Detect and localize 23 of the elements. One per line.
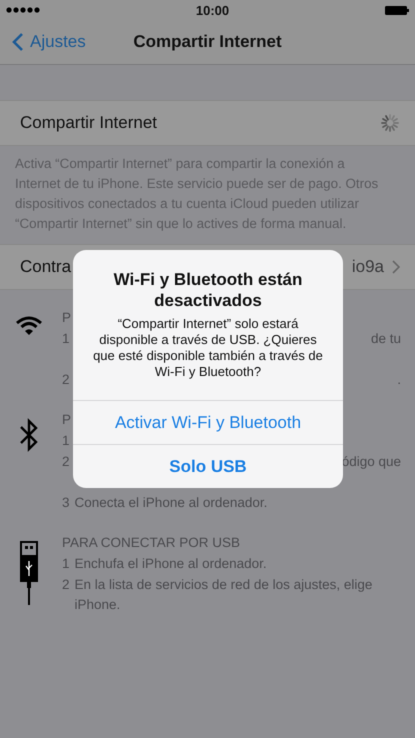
- step-text: de tu: [370, 330, 401, 348]
- step-text: En la lista de servicios de red de los ajustes, elige iPhone.: [74, 576, 374, 614]
- step-text: .: [397, 371, 401, 389]
- step-number: 3: [62, 494, 70, 512]
- section-title: PARA CONECTAR POR USB: [62, 534, 240, 552]
- row-label: Contra: [20, 257, 72, 277]
- step-text: Conecta el iPhone al ordenador.: [74, 494, 268, 512]
- step-text: ódigo que: [342, 453, 401, 471]
- section-title: P: [62, 411, 72, 429]
- alert-title: Wi-Fi y Bluetooth están desactivados: [112, 269, 304, 311]
- step-number: 1: [62, 555, 70, 573]
- password-value: io9a: [352, 257, 384, 277]
- status-time: 10:00: [196, 2, 230, 18]
- step-text: Enchufa el iPhone al ordenador.: [74, 555, 268, 573]
- nav-title: Compartir Internet: [133, 32, 282, 52]
- alert-message: “Compartir Internet” solo estará disponible a través de USB. ¿Quieres que esté disponible también a través de Wi-Fi y Bluetooth?: [92, 316, 324, 380]
- step-number: 2: [62, 576, 70, 594]
- step-number: 1: [62, 432, 70, 450]
- step-number: 2: [62, 371, 70, 389]
- section-title: P: [62, 309, 72, 327]
- row-label: Compartir Internet: [20, 113, 157, 133]
- step-number: 2: [62, 453, 70, 471]
- step-number: 1: [62, 330, 70, 348]
